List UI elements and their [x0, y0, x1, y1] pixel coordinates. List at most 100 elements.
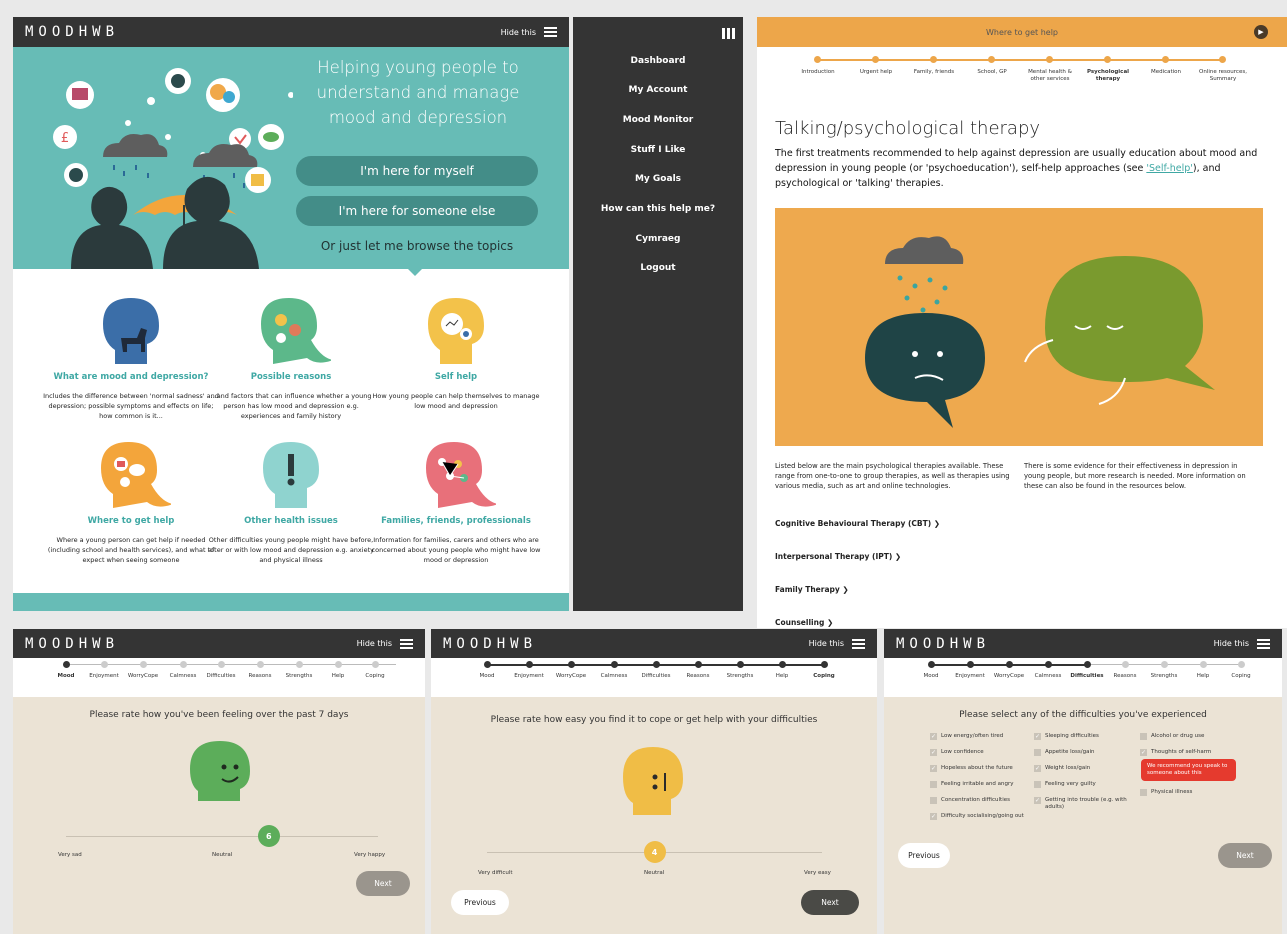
menu-item-dashboard[interactable]: Dashboard [573, 56, 743, 66]
menu-item-my-account[interactable]: My Account [573, 85, 743, 95]
previous-button[interactable]: Previous [898, 843, 950, 868]
difficulty-checkbox[interactable]: Alcohol or drug use [1140, 733, 1204, 740]
therapy-link-counselling[interactable]: Counselling ❯ [775, 618, 833, 627]
menu-icon[interactable] [544, 27, 557, 37]
step-label-active[interactable]: Psychological therapy [1080, 69, 1136, 83]
step-dot[interactable] [967, 661, 974, 668]
step-dot[interactable] [1084, 661, 1091, 668]
hide-this-button[interactable]: Hide this [357, 638, 413, 649]
difficulty-checkbox[interactable]: ✓ Thoughts of self-harm [1140, 749, 1211, 756]
logo[interactable]: MOODHWB [25, 24, 119, 40]
difficulty-checkbox[interactable]: ✓ Low confidence [930, 749, 984, 756]
step-label[interactable]: Coping [799, 673, 849, 679]
step-label[interactable]: Online resources, Summary [1195, 69, 1251, 83]
topic-title[interactable]: Possible reasons [203, 372, 379, 382]
next-button[interactable]: Next [801, 890, 859, 915]
step-dot[interactable] [653, 661, 660, 668]
progress-dot[interactable] [930, 56, 937, 63]
step-dot[interactable] [568, 661, 575, 668]
difficulty-checkbox[interactable]: Concentration difficulties [930, 797, 1010, 804]
difficulty-checkbox[interactable]: ✓ Difficulty socialising/going out [930, 813, 1024, 820]
step-dot[interactable] [257, 661, 264, 668]
mood-slider-track[interactable] [66, 836, 378, 837]
menu-icon[interactable] [1257, 638, 1270, 649]
therapy-link-ipt[interactable]: Interpersonal Therapy (IPT) ❯ [775, 552, 901, 561]
difficulty-checkbox[interactable]: Appetite loss/gain [1034, 749, 1094, 756]
step-dot[interactable] [296, 661, 303, 668]
topic-card[interactable]: What are mood and depression? Includes t… [43, 296, 219, 421]
step-dot[interactable] [1006, 661, 1013, 668]
menu-item-mood-monitor[interactable]: Mood Monitor [573, 115, 743, 125]
here-for-myself-button[interactable]: I'm here for myself [296, 156, 538, 186]
logo[interactable]: MOODHWB [443, 636, 537, 652]
step-dot[interactable] [180, 661, 187, 668]
topic-title[interactable]: Other health issues [203, 516, 379, 526]
menu-item-how-can-this-help[interactable]: How can this help me? [573, 204, 743, 214]
topic-title[interactable]: Where to get help [43, 516, 219, 526]
step-label[interactable]: Family, friends [906, 69, 962, 76]
step-dot[interactable] [611, 661, 618, 668]
step-dot[interactable] [1200, 661, 1207, 668]
step-dot[interactable] [140, 661, 147, 668]
step-dot[interactable] [484, 661, 491, 668]
step-dot[interactable] [821, 661, 828, 668]
menu-toggle-icon[interactable] [722, 28, 735, 39]
progress-dot[interactable] [814, 56, 821, 63]
difficulty-checkbox[interactable]: ✓ Hopeless about the future [930, 765, 1013, 772]
step-label[interactable]: Coping [1216, 673, 1266, 679]
hide-this-button[interactable]: Hide this [809, 638, 865, 649]
difficulty-checkbox[interactable]: ✓ Weight loss/gain [1034, 765, 1090, 772]
self-help-link[interactable]: 'Self-help' [1146, 163, 1193, 174]
topic-card[interactable]: Self help How young people can help them… [368, 296, 544, 411]
menu-item-stuff-i-like[interactable]: Stuff I Like [573, 145, 743, 155]
progress-dot[interactable] [1046, 56, 1053, 63]
step-dot[interactable] [1161, 661, 1168, 668]
logo[interactable]: MOODHWB [25, 636, 119, 652]
step-dot[interactable] [63, 661, 70, 668]
difficulty-checkbox[interactable]: ✓ Sleeping difficulties [1034, 733, 1099, 740]
menu-item-cymraeg[interactable]: Cymraeg [573, 234, 743, 244]
next-button[interactable]: Next [1218, 843, 1272, 868]
difficulty-checkbox[interactable]: Feeling irritable and angry [930, 781, 1014, 788]
topic-card[interactable]: Where to get help Where a young person c… [43, 440, 219, 565]
therapy-link-family[interactable]: Family Therapy ❯ [775, 585, 849, 594]
step-dot[interactable] [695, 661, 702, 668]
here-for-someone-else-button[interactable]: I'm here for someone else [296, 196, 538, 226]
step-dot[interactable] [101, 661, 108, 668]
difficulty-checkbox[interactable]: Feeling very guilty [1034, 781, 1096, 788]
logo[interactable]: MOODHWB [896, 636, 990, 652]
step-label[interactable]: Coping [350, 673, 400, 679]
difficulty-checkbox[interactable]: ✓ Getting into trouble (e.g. with adults) [1034, 797, 1134, 811]
hide-this-button[interactable]: Hide this [501, 27, 557, 37]
difficulty-checkbox[interactable]: Physical illness [1140, 789, 1192, 796]
cope-slider-knob[interactable]: 4 [643, 841, 666, 863]
menu-icon[interactable] [400, 638, 413, 649]
progress-dot[interactable] [872, 56, 879, 63]
progress-dot[interactable] [988, 56, 995, 63]
menu-item-logout[interactable]: Logout [573, 263, 743, 273]
topic-card[interactable]: Families, friends, professionals Informa… [368, 440, 544, 565]
browse-topics-link[interactable]: Or just let me browse the topics [296, 239, 538, 253]
hide-this-button[interactable]: Hide this [1214, 638, 1270, 649]
topic-title[interactable]: Self help [368, 372, 544, 382]
step-dot[interactable] [1045, 661, 1052, 668]
progress-dot[interactable] [1162, 56, 1169, 63]
topic-card[interactable]: Possible reasons ...and factors that can… [203, 296, 379, 421]
step-dot[interactable] [372, 661, 379, 668]
step-dot[interactable] [526, 661, 533, 668]
previous-button[interactable]: Previous [451, 890, 509, 915]
therapy-link-cbt[interactable]: Cognitive Behavioural Therapy (CBT) ❯ [775, 519, 940, 528]
step-dot[interactable] [928, 661, 935, 668]
topic-title[interactable]: What are mood and depression? [43, 372, 219, 382]
mood-slider-knob[interactable]: 6 [257, 825, 280, 847]
progress-dot[interactable] [1104, 56, 1111, 63]
difficulty-checkbox[interactable]: ✓ Low energy/often tired [930, 733, 1003, 740]
next-section-icon[interactable]: ▶ [1254, 25, 1268, 39]
step-dot[interactable] [1122, 661, 1129, 668]
step-label[interactable]: Medication [1138, 69, 1194, 76]
next-button[interactable]: Next [356, 871, 410, 896]
step-label[interactable]: School, GP [964, 69, 1020, 76]
progress-dot[interactable] [1219, 56, 1226, 63]
step-label[interactable]: Mental health & other services [1022, 69, 1078, 83]
menu-icon[interactable] [852, 638, 865, 649]
